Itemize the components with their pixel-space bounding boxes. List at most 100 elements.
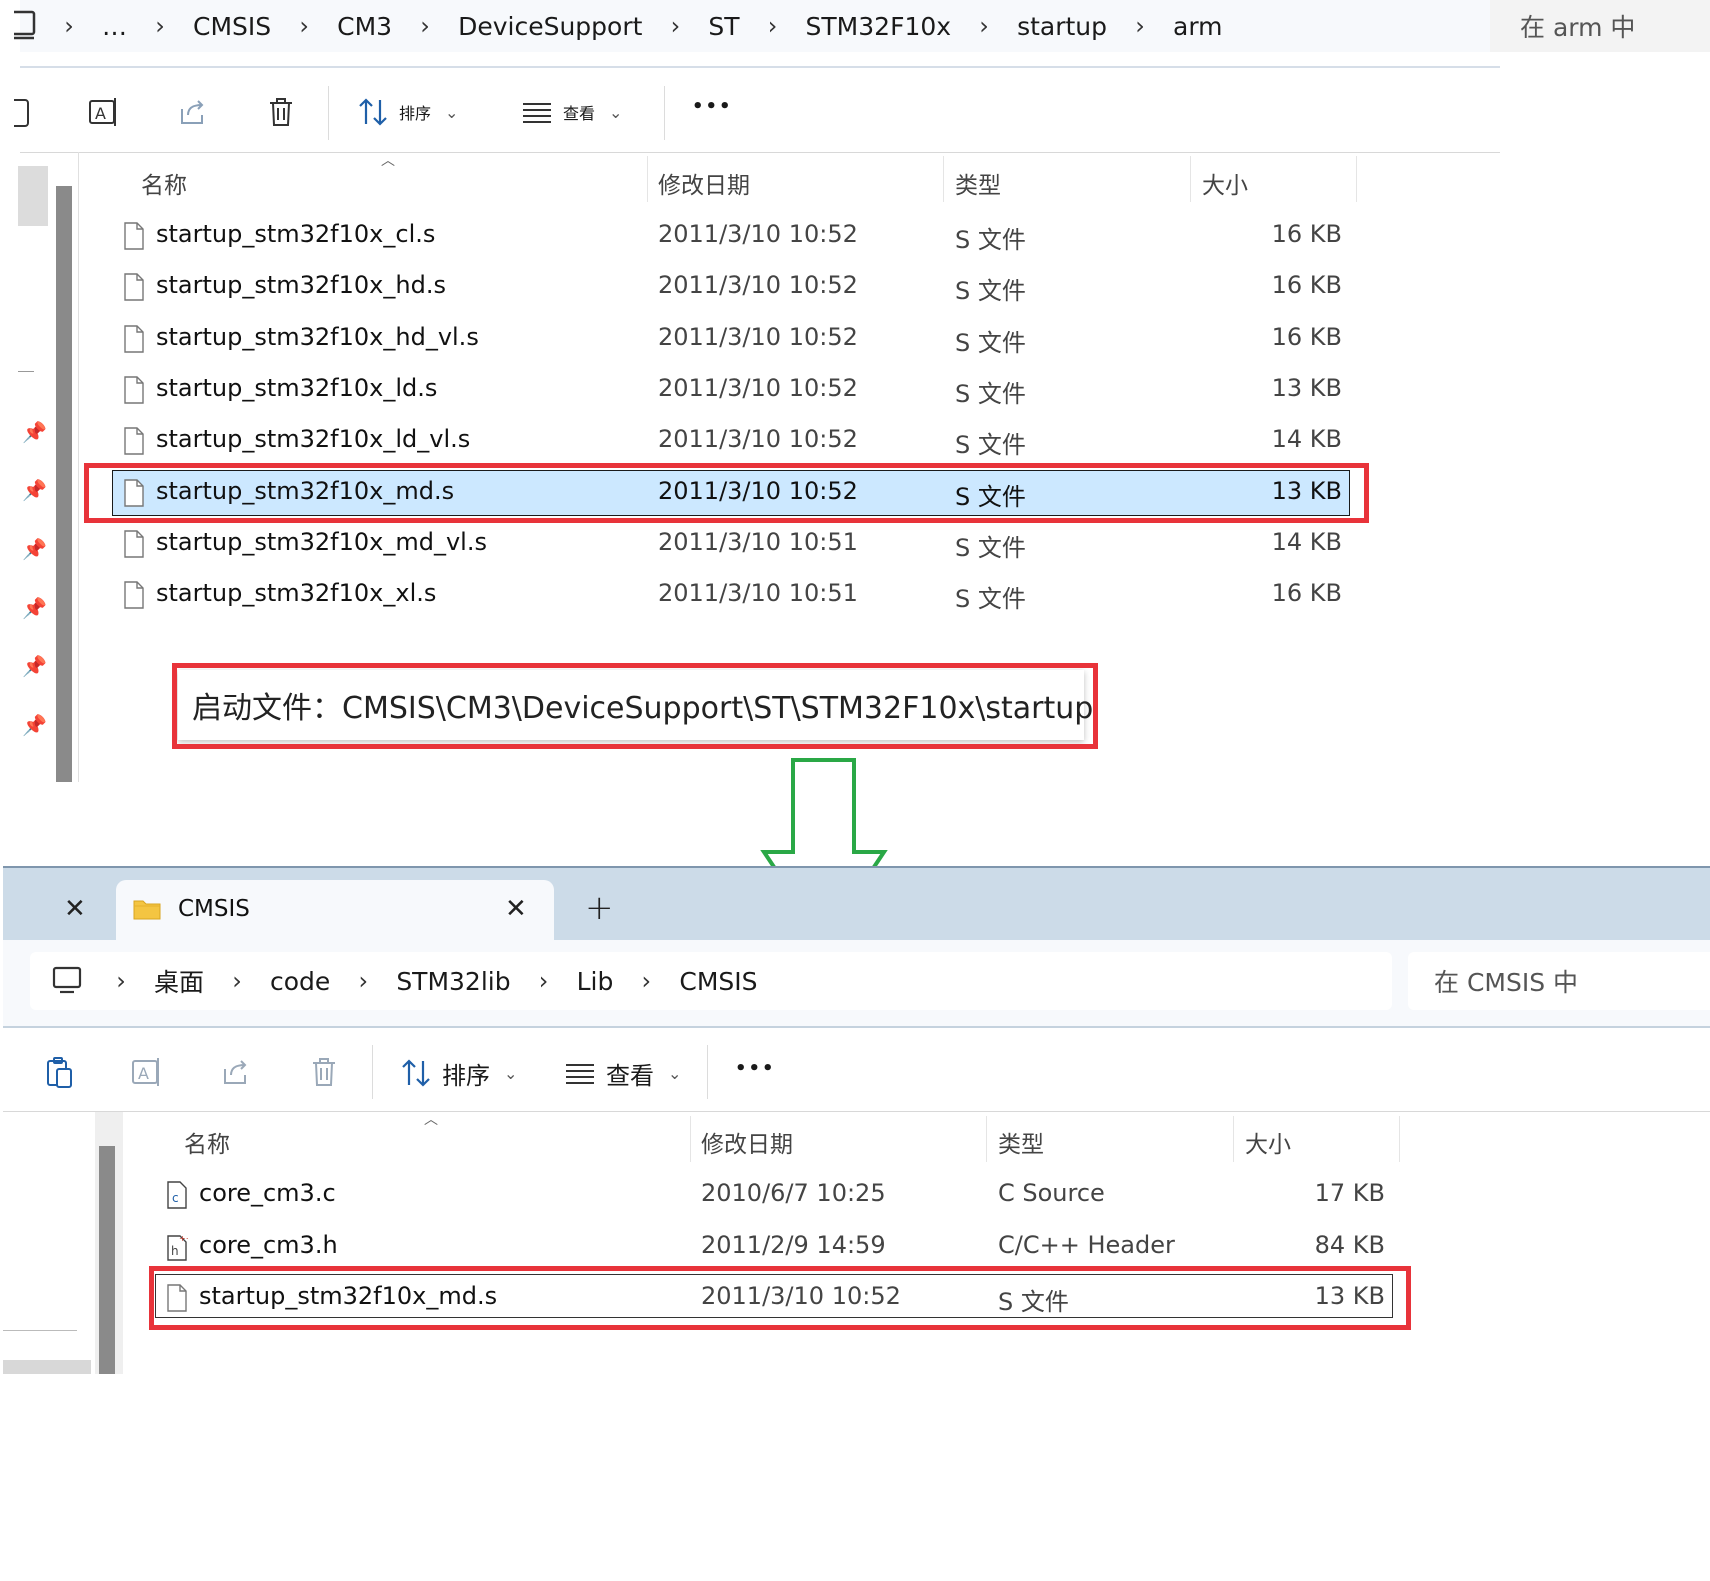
- column-header-date[interactable]: 修改日期: [701, 1125, 793, 1159]
- file-row[interactable]: startup_stm32f10x_cl.s 2011/3/10 10:52 S 文…: [0, 218, 1500, 254]
- chevron-right-icon: ›: [299, 12, 309, 40]
- chevron-right-icon: ›: [767, 12, 778, 40]
- more-options-button[interactable]: •••: [692, 96, 733, 117]
- file-icon: [123, 222, 145, 256]
- column-divider[interactable]: [1233, 1116, 1234, 1162]
- file-modified-date: 2011/3/10 10:52: [658, 271, 858, 300]
- file-size: 16 KB: [1271, 220, 1342, 248]
- column-divider[interactable]: [1399, 1116, 1400, 1162]
- breadcrumb-lib[interactable]: Lib: [577, 967, 614, 996]
- nav-pane-scroll-track[interactable]: [18, 166, 48, 226]
- file-row[interactable]: startup_stm32f10x_md_vl.s 2011/3/10 10:51…: [0, 526, 1500, 562]
- top-search-input[interactable]: 在 arm 中: [1490, 0, 1710, 52]
- chevron-right-icon: ›: [670, 12, 681, 40]
- file-row[interactable]: startup_stm32f10x_hd_vl.s 2011/3/10 10:52…: [0, 321, 1500, 357]
- column-header-size[interactable]: 大小: [1245, 1125, 1291, 1159]
- column-divider[interactable]: [690, 1116, 691, 1162]
- rename-icon[interactable]: A: [84, 92, 124, 132]
- chevron-right-icon: ›: [64, 12, 74, 40]
- column-header-type[interactable]: 类型: [998, 1125, 1044, 1159]
- file-name: core_cm3.h: [199, 1230, 338, 1259]
- file-name: startup_stm32f10x_xl.s: [156, 579, 437, 608]
- file-modified-date: 2011/3/10 10:52: [658, 322, 858, 351]
- column-header-name[interactable]: 名称: [141, 166, 187, 200]
- breadcrumb-startup[interactable]: startup: [1017, 12, 1107, 41]
- file-icon: [123, 530, 145, 564]
- svg-text:A: A: [138, 1064, 149, 1083]
- file-icon: [123, 581, 145, 615]
- file-name: startup_stm32f10x_ld.s: [156, 373, 438, 402]
- c-header-file-icon: h++: [166, 1233, 192, 1267]
- view-button[interactable]: 查看 ⌄: [521, 92, 622, 132]
- breadcrumb-cmsis[interactable]: CMSIS: [679, 967, 757, 996]
- breadcrumb-st[interactable]: ST: [708, 12, 739, 41]
- file-name: startup_stm32f10x_hd.s: [156, 271, 446, 300]
- breadcrumb-ellipsis[interactable]: …: [102, 12, 127, 41]
- sort-button[interactable]: 排序 ⌄: [357, 92, 458, 132]
- paste-icon[interactable]: [5, 96, 34, 130]
- nav-pane-scroll-track[interactable]: [3, 1360, 91, 1374]
- breadcrumb-devicesupport[interactable]: DeviceSupport: [458, 12, 642, 41]
- breadcrumb-desktop[interactable]: 桌面: [154, 963, 204, 999]
- folder-icon: [133, 898, 161, 924]
- file-row[interactable]: startup_stm32f10x_ld.s 2011/3/10 10:52 S 文…: [0, 372, 1500, 408]
- sort-label: 排序: [399, 104, 432, 123]
- svg-text:A: A: [95, 104, 106, 123]
- svg-text:h: h: [171, 1244, 179, 1258]
- toolbar-bottom-divider: [20, 152, 1500, 153]
- breadcrumb-cmsis[interactable]: CMSIS: [193, 12, 271, 41]
- column-divider[interactable]: [943, 156, 944, 202]
- file-row[interactable]: c core_cm3.c 2010/6/7 10:25 C Source 17 KB: [0, 1177, 1500, 1213]
- chevron-right-icon: ›: [641, 967, 652, 995]
- close-previous-tab-icon[interactable]: ✕: [64, 894, 86, 924]
- breadcrumb-stm32f10x[interactable]: STM32F10x: [806, 12, 952, 41]
- share-icon[interactable]: [216, 1052, 256, 1092]
- file-type: S 文件: [955, 533, 1026, 562]
- new-tab-button[interactable]: +: [585, 888, 614, 928]
- column-header-name[interactable]: 名称: [184, 1125, 230, 1159]
- top-breadcrumb: › … › CMSIS › CM3 › DeviceSupport › ST ›…: [60, 0, 1247, 52]
- file-row[interactable]: startup_stm32f10x_ld_vl.s 2011/3/10 10:52…: [0, 423, 1500, 459]
- chevron-down-icon: ⌄: [445, 102, 459, 122]
- bottom-search-input[interactable]: 在 CMSIS 中: [1408, 952, 1710, 1010]
- column-divider[interactable]: [1356, 156, 1357, 202]
- toolbar-divider: [328, 86, 329, 140]
- file-size: 14 KB: [1271, 527, 1342, 556]
- chevron-right-icon: ›: [155, 12, 165, 40]
- breadcrumb-arm[interactable]: arm: [1173, 12, 1223, 41]
- column-divider[interactable]: [986, 1116, 987, 1162]
- delete-icon[interactable]: [304, 1052, 344, 1092]
- column-header-type[interactable]: 类型: [955, 166, 1001, 200]
- breadcrumb-stm32lib[interactable]: STM32lib: [396, 967, 510, 996]
- breadcrumb-code[interactable]: code: [270, 967, 330, 996]
- computer-icon[interactable]: [52, 964, 82, 1000]
- chevron-right-icon: ›: [420, 12, 430, 40]
- column-divider[interactable]: [1190, 156, 1191, 202]
- rename-icon[interactable]: A: [127, 1052, 167, 1092]
- file-row[interactable]: startup_stm32f10x_xl.s 2011/3/10 10:51 S 文…: [0, 577, 1500, 613]
- breadcrumb-cm3[interactable]: CM3: [337, 12, 392, 41]
- paste-icon[interactable]: [40, 1052, 80, 1092]
- column-header-date[interactable]: 修改日期: [658, 166, 750, 200]
- highlight-box-note: [172, 663, 1098, 749]
- sort-button[interactable]: 排序 ⌄: [400, 1053, 517, 1093]
- pin-icon[interactable]: 📌: [22, 713, 47, 737]
- computer-icon[interactable]: [2, 8, 38, 42]
- highlight-box-copied-file: [149, 1266, 1411, 1330]
- toolbar-divider: [372, 1045, 373, 1099]
- close-tab-icon[interactable]: ✕: [505, 894, 527, 924]
- file-row[interactable]: startup_stm32f10x_hd.s 2011/3/10 10:52 S 文…: [0, 269, 1500, 305]
- highlight-box-selected-file: [84, 463, 1369, 523]
- column-divider[interactable]: [647, 156, 648, 202]
- delete-icon[interactable]: [261, 92, 301, 132]
- column-header-size[interactable]: 大小: [1202, 166, 1248, 200]
- pin-icon[interactable]: 📌: [22, 654, 47, 678]
- file-row[interactable]: h++ core_cm3.h 2011/2/9 14:59 C/C++ Header 8…: [0, 1229, 1500, 1265]
- more-options-button[interactable]: •••: [735, 1058, 776, 1079]
- sort-label: 排序: [442, 1061, 490, 1090]
- view-button[interactable]: 查看 ⌄: [564, 1053, 681, 1093]
- file-size: 16 KB: [1271, 271, 1342, 300]
- file-icon: [123, 427, 145, 461]
- nav-divider: [3, 1330, 77, 1331]
- share-icon[interactable]: [173, 92, 213, 132]
